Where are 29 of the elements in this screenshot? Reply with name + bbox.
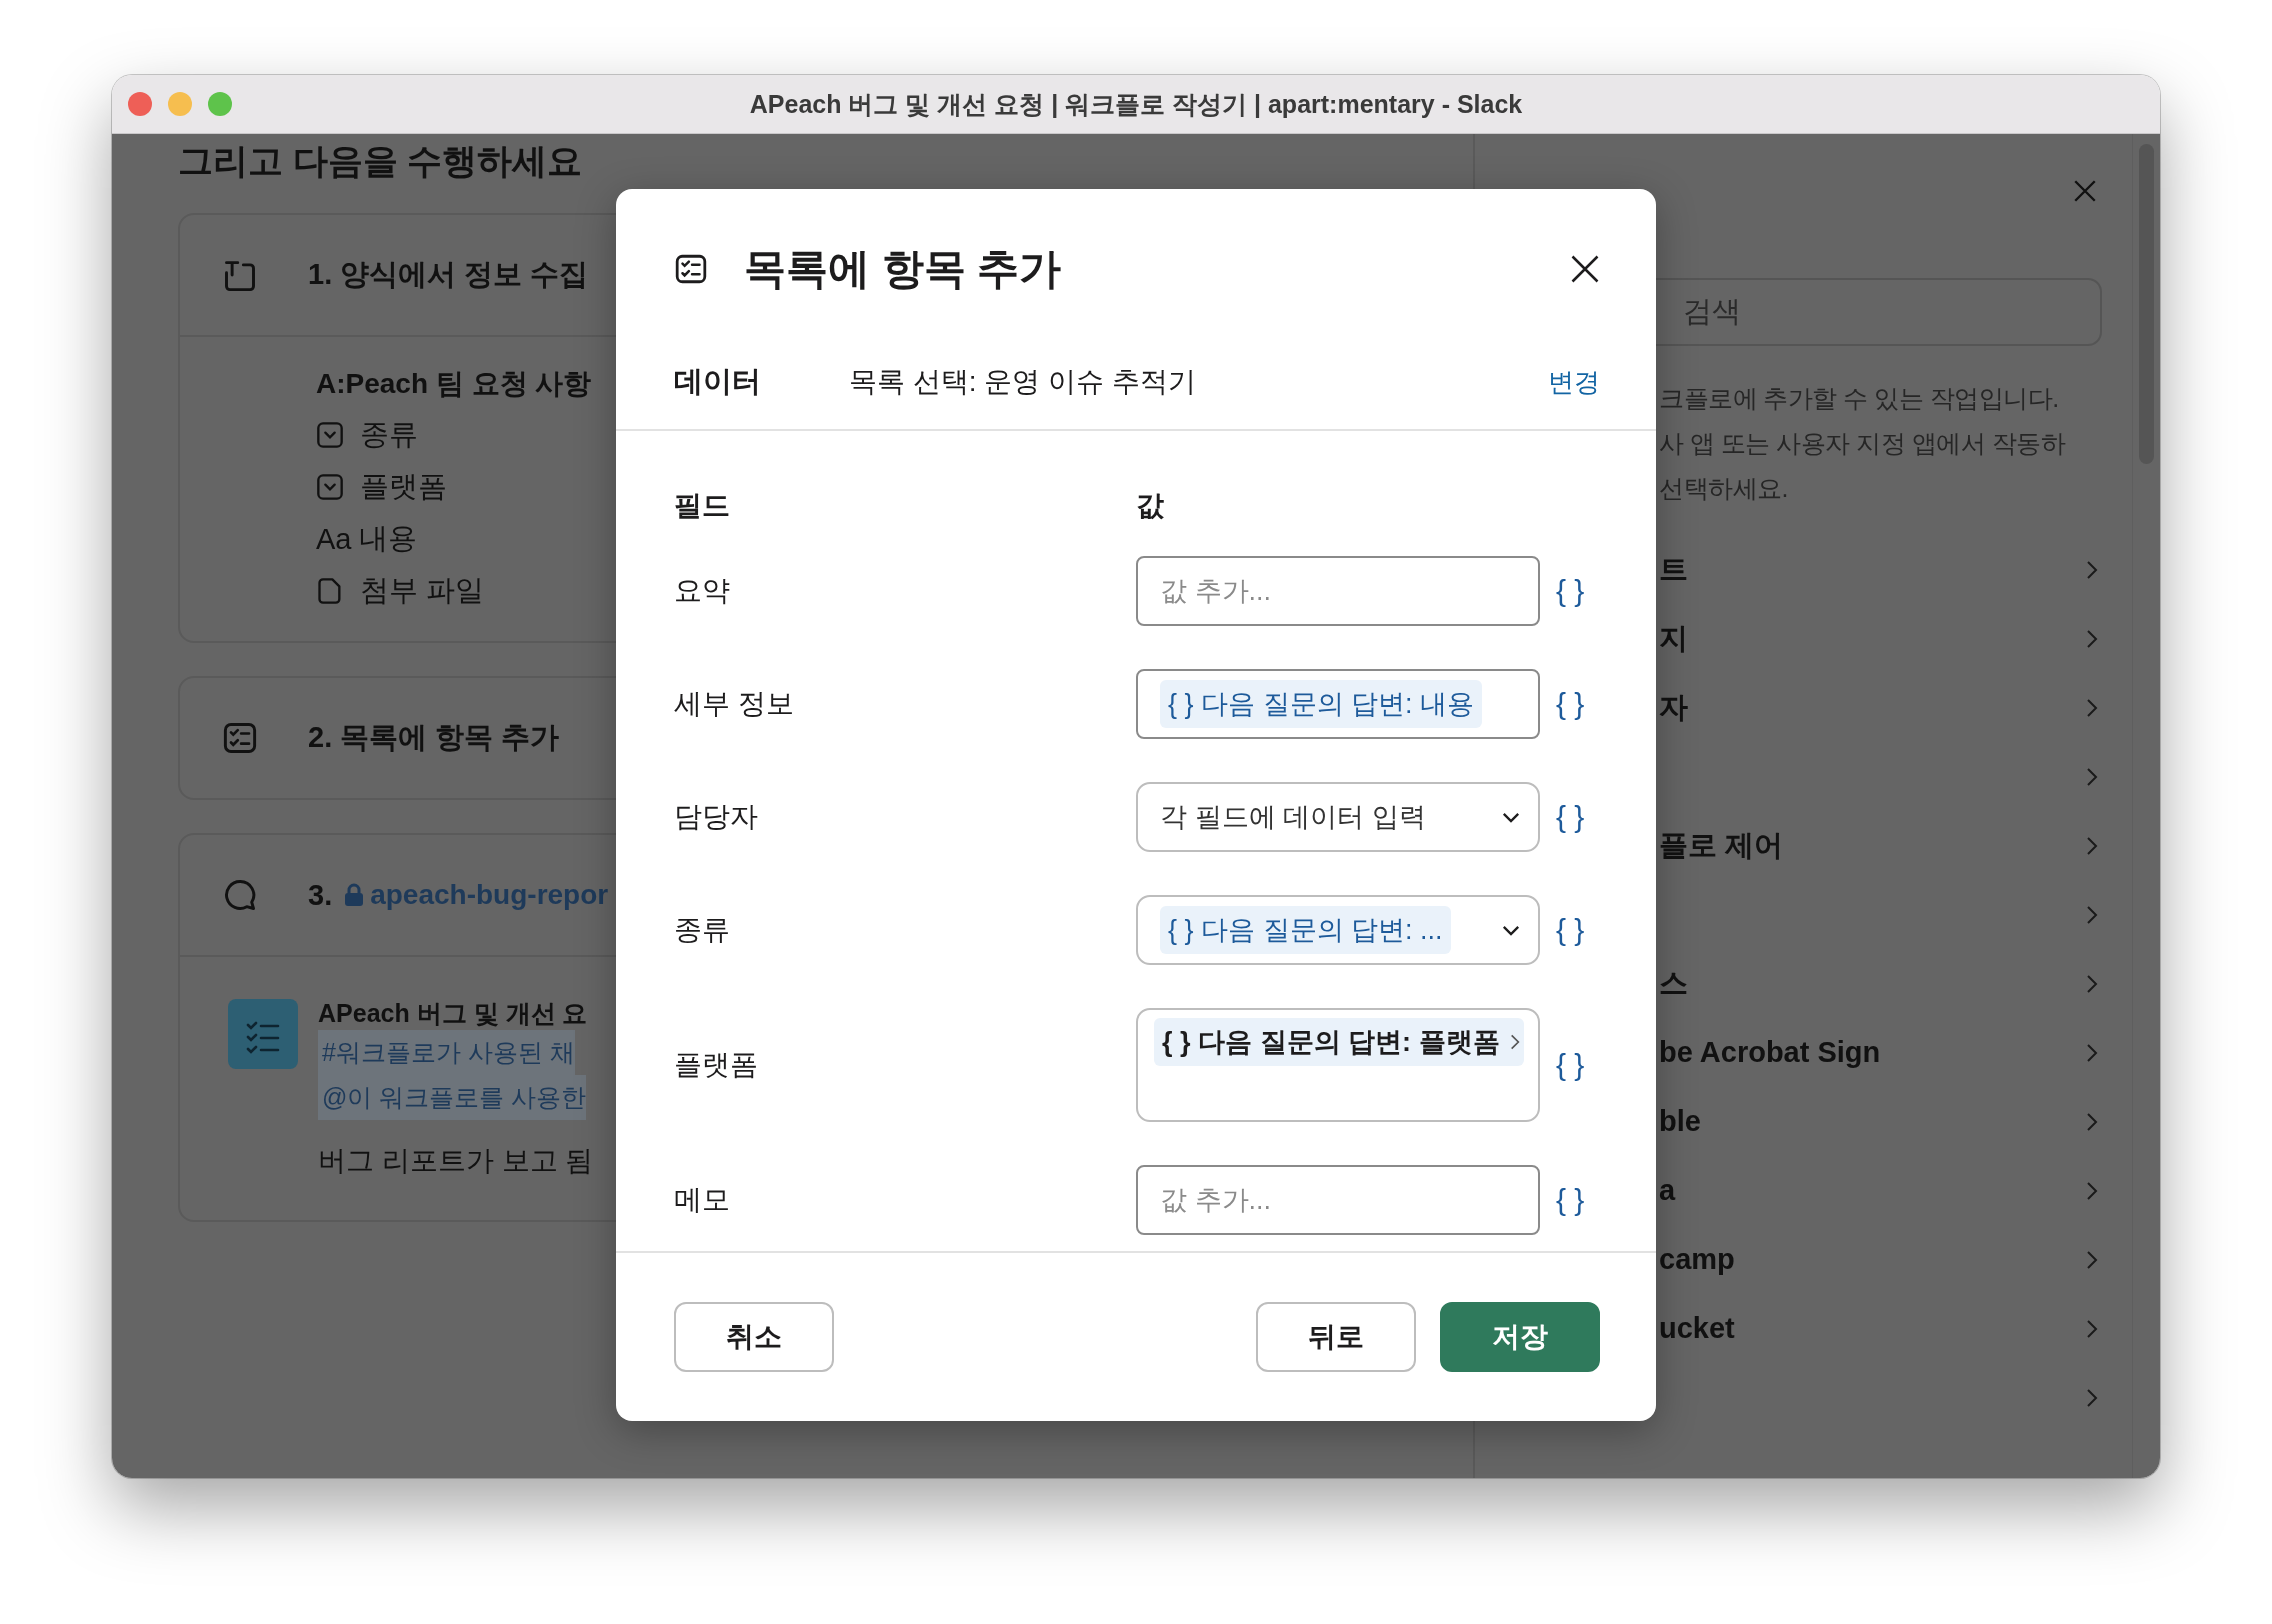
data-label: 데이터 — [674, 364, 762, 399]
form-field-label: 플랫폼 — [360, 469, 447, 504]
field-label: 요약 — [674, 574, 731, 608]
field-label: 세부 정보 — [674, 687, 795, 721]
step-title: 2. 목록에 항목 추가 — [308, 720, 560, 755]
field-label: 플랫폼 — [674, 1048, 759, 1082]
dialog-title: 목록에 항목 추가 — [744, 244, 1062, 294]
text-field-icon: Aa — [316, 522, 352, 556]
description-text: 크플로에 추가할 수 있는 작업입니다. — [1659, 383, 2059, 414]
form-field-label: 첨부 파일 — [360, 573, 485, 608]
form-field-label: 종류 — [360, 417, 418, 452]
description-text: 사 앱 또는 사용자 지정 앱에서 작동하 — [1659, 428, 2066, 459]
window-title: APeach 버그 및 개선 요청 | 워크플로 작성기 | apart:mentary - Slack — [749, 88, 1523, 120]
variable-token: @이 워크플로를 사용한 — [318, 1075, 587, 1120]
field-label: 메모 — [674, 1183, 731, 1217]
field-label: 담당자 — [674, 800, 759, 834]
description-text: 선택하세요. — [1659, 473, 1788, 504]
data-value: 목록 선택: 운영 이슈 추적기 — [849, 365, 1196, 399]
step-number: 3. — [308, 878, 333, 912]
message-text: 버그 리포트가 보고 됨 — [318, 1144, 594, 1178]
form-title: A:Peach 팀 요청 사항 — [316, 367, 592, 401]
section-heading: 그리고 다음을 수행하세요 — [178, 140, 584, 182]
column-header: 필드 — [674, 489, 731, 523]
variable-token: #워크플로가 사용된 채 — [318, 1030, 575, 1075]
message-title: APeach 버그 및 개선 요 — [318, 998, 588, 1029]
column-header: 값 — [1136, 489, 1164, 523]
form-field-label: 내용 — [359, 521, 418, 556]
step-title: 1. 양식에서 정보 수집 — [308, 257, 589, 292]
field-label: 종류 — [674, 913, 731, 947]
